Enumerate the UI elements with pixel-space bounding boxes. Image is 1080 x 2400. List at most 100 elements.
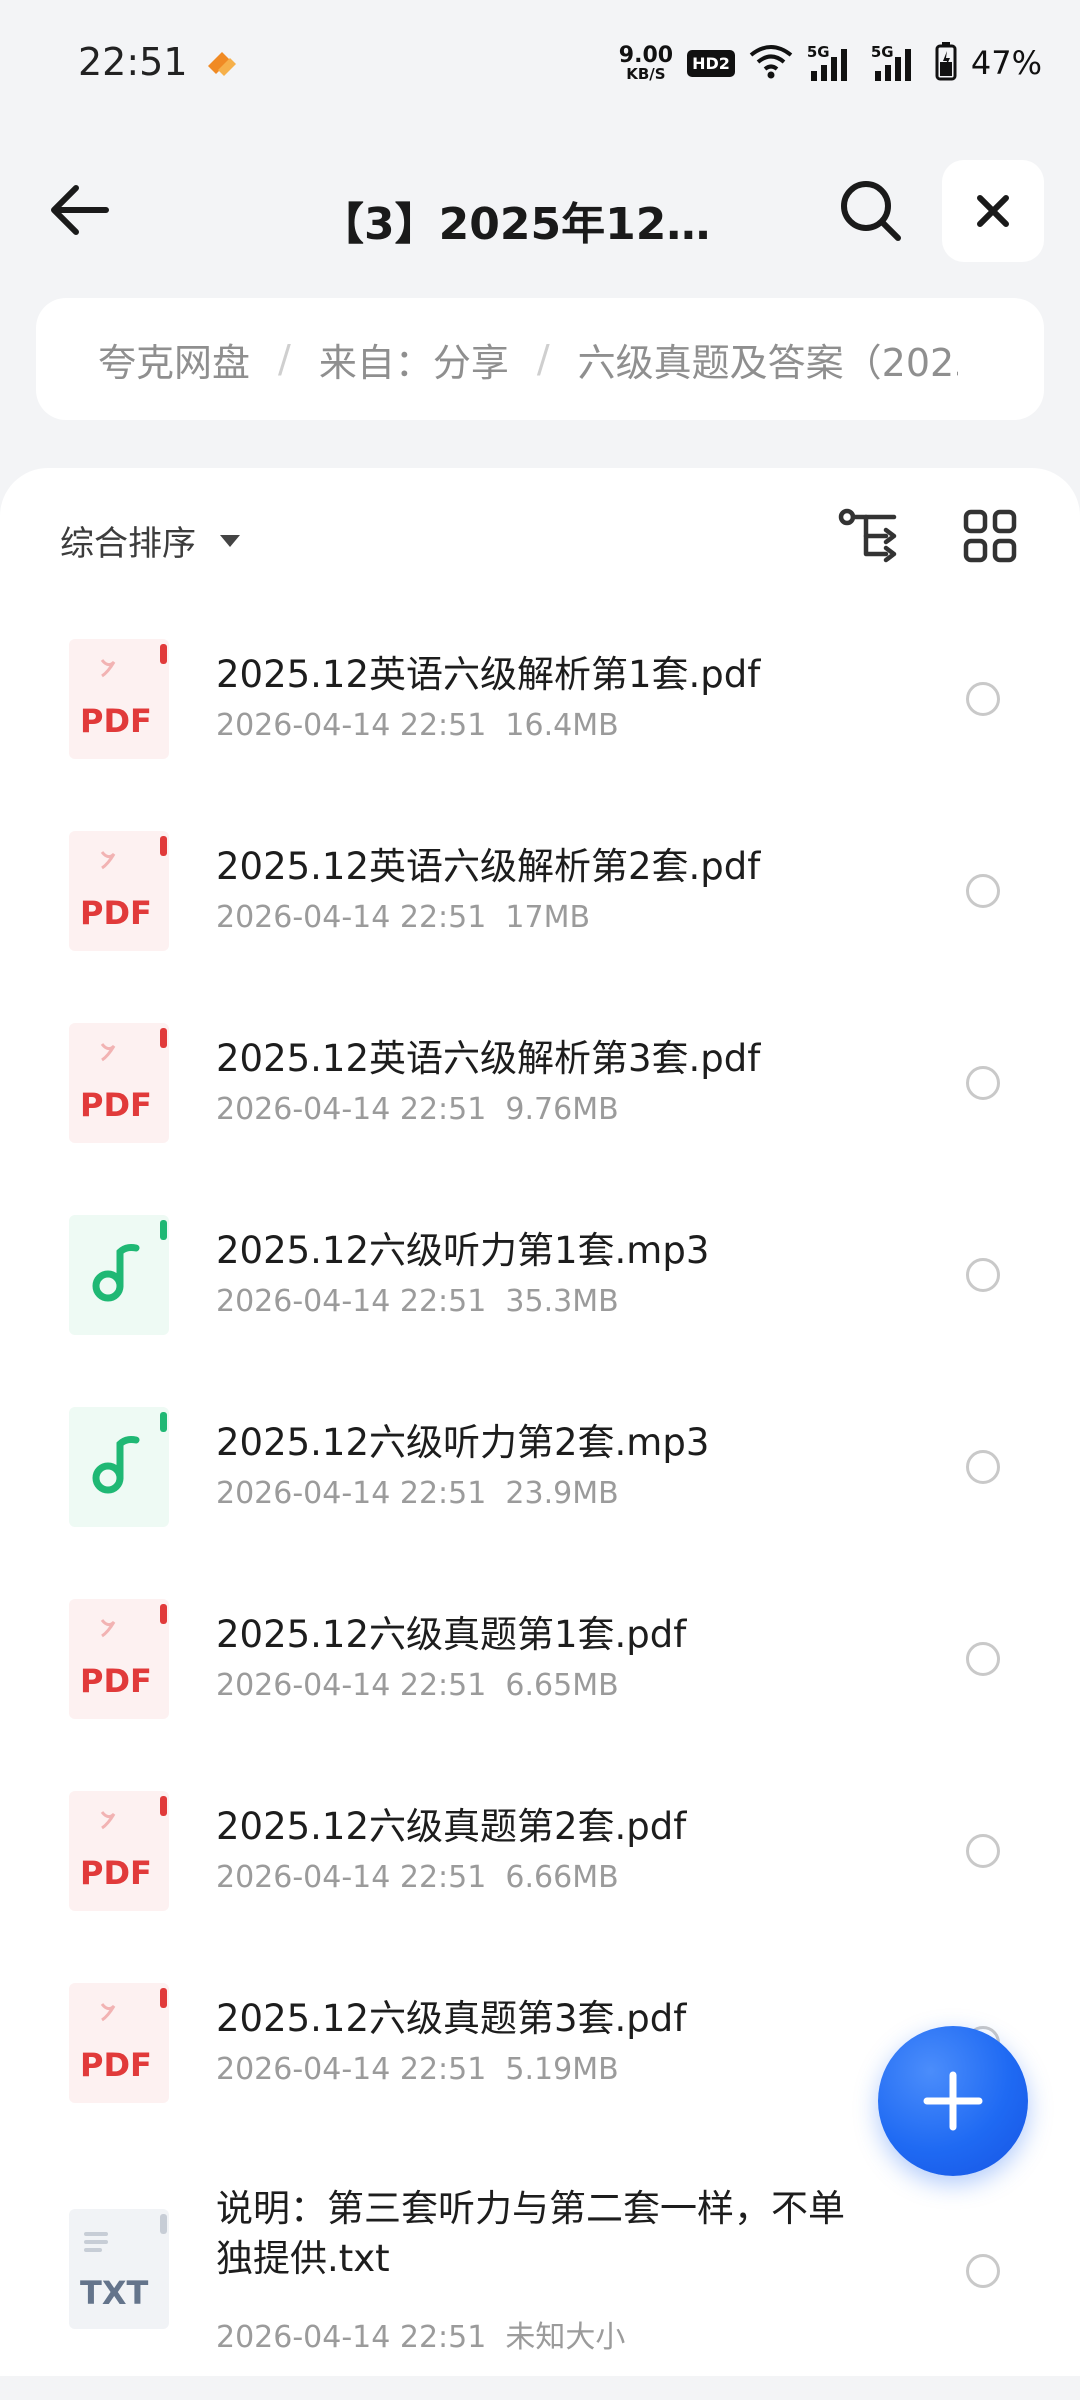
- plus-icon: [923, 2071, 983, 2131]
- top-app-bar: 【3】2025年12月...: [0, 150, 1080, 270]
- file-meta: 2026-04-14 22:51 未知大小: [216, 2312, 625, 2356]
- file-type-label: TXT: [80, 2274, 149, 2312]
- breadcrumb-item-root[interactable]: 夸克网盘: [98, 332, 250, 387]
- breadcrumb-separator: /: [536, 337, 550, 381]
- add-button[interactable]: [878, 2026, 1028, 2176]
- file-row[interactable]: 2025.12六级听力第1套.mp3 2026-04-14 22:51 35.3…: [0, 1180, 1080, 1372]
- breadcrumb-item-folder[interactable]: 六级真题及答案（2025: [578, 332, 958, 387]
- select-checkbox[interactable]: [966, 1066, 1000, 1100]
- network-speed: 9.00 KB/S: [618, 42, 674, 83]
- txt-file-icon: TXT: [68, 2208, 170, 2330]
- status-indicators: 9.00 KB/S HD2 5G 5G 47%: [619, 38, 1042, 88]
- file-name: 说明：第三套听力与第二套一样，不单独提供.txt: [216, 2187, 845, 2280]
- file-row[interactable]: PDF 2025.12英语六级解析第1套.pdf 2026-04-14 22:5…: [0, 604, 1080, 796]
- breadcrumb: 夸克网盘 / 来自：分享 / 六级真题及答案（2025: [36, 298, 1044, 420]
- file-meta: 2026-04-14 22:51 6.65MB: [216, 1668, 619, 1703]
- cellular-signal-icon-2: 5G: [871, 43, 921, 83]
- list-toolbar: 综合排序: [0, 468, 1080, 608]
- file-row[interactable]: PDF 2025.12英语六级解析第2套.pdf 2026-04-14 22:5…: [0, 796, 1080, 988]
- page-title: 【3】2025年12月...: [320, 199, 740, 250]
- select-checkbox[interactable]: [966, 2254, 1000, 2288]
- music-file-icon: [68, 1406, 170, 1528]
- file-size: 16.4MB: [505, 708, 619, 743]
- file-row[interactable]: PDF 2025.12英语六级解析第3套.pdf 2026-04-14 22:5…: [0, 988, 1080, 1180]
- breadcrumb-item-shared[interactable]: 来自：分享: [319, 332, 509, 387]
- file-row[interactable]: TXT 说明：第三套听力与第二套一样，不单独提供.txt 2026-04-14 …: [0, 2140, 1080, 2400]
- file-size: 6.66MB: [505, 1860, 619, 1895]
- battery-icon: [935, 41, 957, 85]
- file-type-label: PDF: [80, 702, 152, 740]
- hd-badge: HD2: [687, 49, 735, 77]
- file-date: 2026-04-14 22:51: [216, 708, 487, 743]
- select-checkbox[interactable]: [966, 874, 1000, 908]
- music-file-icon: [68, 1214, 170, 1336]
- file-date: 2026-04-14 22:51: [216, 2320, 487, 2355]
- grid-view-icon: [963, 509, 1017, 563]
- file-name: 2025.12英语六级解析第1套.pdf: [216, 653, 761, 696]
- close-icon: [977, 195, 1009, 227]
- file-type-label: PDF: [80, 1662, 152, 1700]
- select-checkbox[interactable]: [966, 682, 1000, 716]
- pdf-file-icon: PDF: [68, 1790, 170, 1912]
- select-checkbox[interactable]: [966, 1258, 1000, 1292]
- file-date: 2026-04-14 22:51: [216, 1092, 487, 1127]
- file-row[interactable]: 2025.12六级听力第2套.mp3 2026-04-14 22:51 23.9…: [0, 1372, 1080, 1564]
- file-size: 未知大小: [505, 2320, 626, 2355]
- sort-dropdown[interactable]: 综合排序: [60, 516, 240, 565]
- file-size: 23.9MB: [505, 1476, 619, 1511]
- pdf-file-icon: PDF: [68, 1982, 170, 2104]
- wifi-icon: [749, 43, 793, 83]
- file-size: 9.76MB: [505, 1092, 619, 1127]
- select-checkbox[interactable]: [966, 1834, 1000, 1868]
- file-name: 2025.12六级听力第2套.mp3: [216, 1421, 710, 1464]
- file-type-label: PDF: [80, 1086, 152, 1124]
- file-name: 2025.12六级真题第2套.pdf: [216, 1805, 687, 1848]
- file-date: 2026-04-14 22:51: [216, 1668, 487, 1703]
- battery-percent: 47%: [970, 44, 1042, 82]
- pdf-file-icon: PDF: [68, 638, 170, 760]
- status-bar: 22:51 9.00 KB/S HD2 5G 5G 47%: [0, 0, 1080, 130]
- file-type-label: PDF: [80, 2046, 152, 2084]
- back-button[interactable]: [46, 180, 116, 240]
- file-date: 2026-04-14 22:51: [216, 900, 487, 935]
- search-icon: [841, 181, 901, 241]
- file-meta: 2026-04-14 22:51 35.3MB: [216, 1284, 619, 1319]
- pdf-file-icon: PDF: [68, 1022, 170, 1144]
- cellular-signal-icon: 5G: [807, 43, 857, 83]
- file-meta: 2026-04-14 22:51 23.9MB: [216, 1476, 619, 1511]
- pdf-file-icon: PDF: [68, 1598, 170, 1720]
- pdf-file-icon: PDF: [68, 830, 170, 952]
- file-size: 17MB: [505, 900, 591, 935]
- file-name: 2025.12英语六级解析第3套.pdf: [216, 1037, 761, 1080]
- file-row[interactable]: PDF 2025.12六级真题第1套.pdf 2026-04-14 22:51 …: [0, 1564, 1080, 1756]
- file-size: 6.65MB: [505, 1668, 619, 1703]
- file-date: 2026-04-14 22:51: [216, 1860, 487, 1895]
- file-meta: 2026-04-14 22:51 16.4MB: [216, 708, 619, 743]
- select-checkbox[interactable]: [966, 1642, 1000, 1676]
- select-checkbox[interactable]: [966, 1450, 1000, 1484]
- file-meta: 2026-04-14 22:51 6.66MB: [216, 1860, 619, 1895]
- close-button[interactable]: [942, 160, 1044, 262]
- file-name: 2025.12六级真题第3套.pdf: [216, 1997, 687, 2040]
- file-date: 2026-04-14 22:51: [216, 1476, 487, 1511]
- arrow-left-icon: [51, 185, 109, 235]
- file-date: 2026-04-14 22:51: [216, 2052, 487, 2087]
- file-size: 5.19MB: [505, 2052, 619, 2087]
- file-meta: 2026-04-14 22:51 9.76MB: [216, 1092, 619, 1127]
- file-size: 35.3MB: [505, 1284, 619, 1319]
- notification-app-icon: [204, 46, 240, 82]
- file-type-label: PDF: [80, 1854, 152, 1892]
- file-type-label: PDF: [80, 894, 152, 932]
- caret-down-icon: [220, 534, 240, 547]
- file-name: 2025.12六级听力第1套.mp3: [216, 1229, 710, 1272]
- file-name: 2025.12英语六级解析第2套.pdf: [216, 845, 761, 888]
- grid-view-button[interactable]: [962, 508, 1018, 564]
- file-date: 2026-04-14 22:51: [216, 1284, 487, 1319]
- file-meta: 2026-04-14 22:51 17MB: [216, 900, 590, 935]
- file-name: 2025.12六级真题第1套.pdf: [216, 1613, 687, 1656]
- breadcrumb-separator: /: [278, 337, 291, 381]
- tree-view-button[interactable]: [838, 508, 900, 564]
- file-row[interactable]: PDF 2025.12六级真题第2套.pdf 2026-04-14 22:51 …: [0, 1756, 1080, 1948]
- search-button[interactable]: [838, 178, 904, 244]
- sort-label: 综合排序: [60, 524, 196, 564]
